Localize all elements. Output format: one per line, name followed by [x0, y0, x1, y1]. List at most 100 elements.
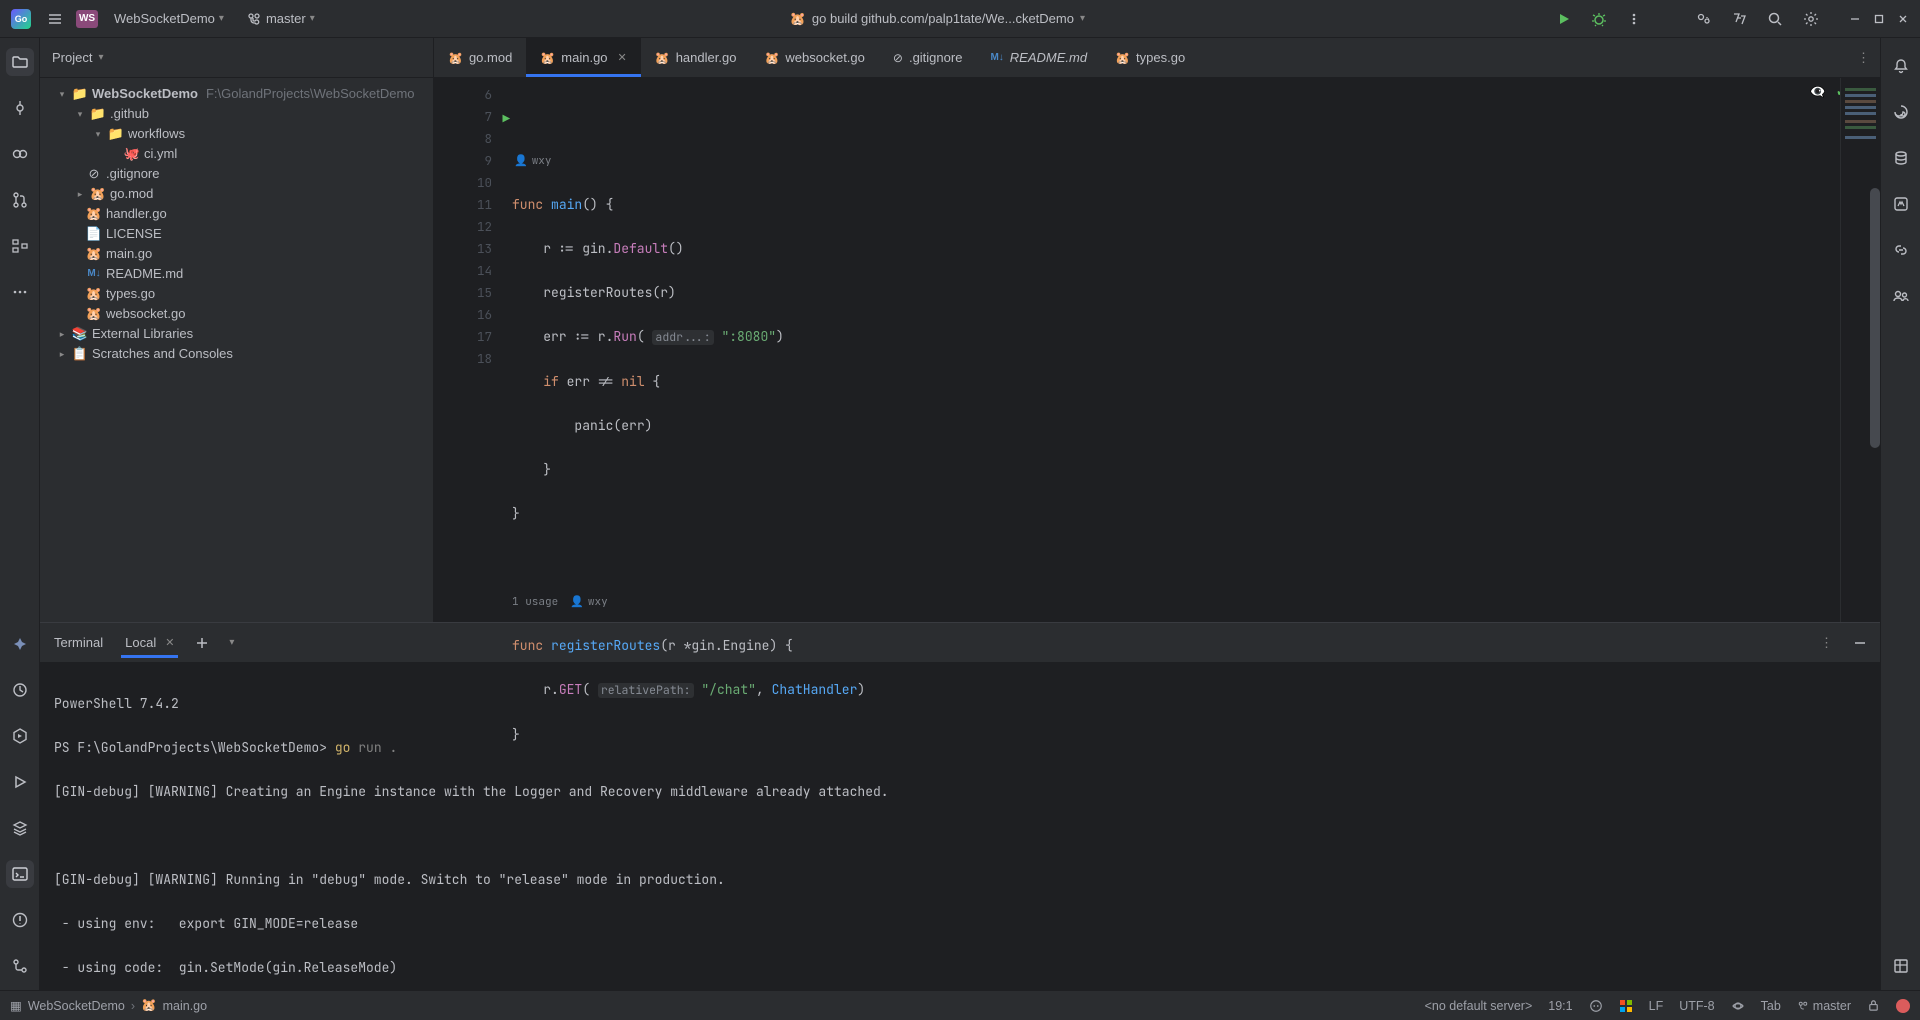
language-button[interactable]: [1728, 8, 1750, 30]
editor-area: 🐹go.mod 🐹main.go✕ 🐹handler.go 🐹websocket…: [434, 38, 1880, 622]
ai-tool-button[interactable]: [6, 630, 34, 658]
tab-main[interactable]: 🐹main.go✕: [526, 38, 640, 77]
close-window-button[interactable]: [1894, 10, 1912, 28]
close-icon[interactable]: ✕: [165, 636, 174, 649]
layers-icon: [11, 819, 29, 837]
tree-file-readme[interactable]: M↓ README.md: [44, 264, 429, 284]
tab-types[interactable]: 🐹types.go: [1101, 38, 1199, 77]
tree-file-gitignore[interactable]: ⊘ .gitignore: [44, 164, 429, 184]
tree-file-license[interactable]: 📄 LICENSE: [44, 224, 429, 244]
beans-icon: [11, 145, 29, 163]
tree-external-libs[interactable]: ▸ 📚 External Libraries: [44, 324, 429, 344]
terminal-title[interactable]: Terminal: [50, 629, 107, 656]
chevron-down-icon: ▾: [219, 13, 224, 24]
reader-mode-icon[interactable]: 👁‍🗨: [1810, 84, 1826, 100]
usage-count[interactable]: 1 usage: [512, 591, 558, 613]
database-icon: [1892, 149, 1910, 167]
main-menu-button[interactable]: [44, 8, 66, 30]
ai-assistant-button[interactable]: [1887, 98, 1915, 126]
status-windows-icon[interactable]: [1619, 999, 1633, 1013]
warning-icon: [11, 911, 29, 929]
endpoints-button[interactable]: [1887, 236, 1915, 264]
status-error-icon[interactable]: [1896, 999, 1910, 1013]
close-icon[interactable]: ✕: [618, 51, 627, 64]
project-icon: WS: [76, 10, 98, 28]
status-server[interactable]: <no default server>: [1425, 999, 1533, 1013]
tree-file-main[interactable]: 🐹 main.go: [44, 244, 429, 264]
status-line-ending[interactable]: LF: [1649, 999, 1664, 1013]
status-lock-icon[interactable]: [1867, 999, 1880, 1012]
pull-requests-tool-button[interactable]: [6, 186, 34, 214]
beans-tool-button[interactable]: [6, 140, 34, 168]
coverage-icon: [1892, 957, 1910, 975]
people-icon: [1892, 287, 1910, 305]
services-tool-button[interactable]: [6, 722, 34, 750]
debug-button[interactable]: [1588, 8, 1610, 30]
commit-tool-button[interactable]: [6, 94, 34, 122]
profiler-tool-button[interactable]: [6, 676, 34, 704]
editor-body[interactable]: 👁‍🗨 ✔ ⋮ 6 7▶ 8 9 10 11 12 13 14 15 16 17…: [434, 78, 1880, 622]
layers-tool-button[interactable]: [6, 814, 34, 842]
author-name: wxy: [588, 591, 608, 613]
tree-folder-github[interactable]: ▾ 📁 .github: [44, 104, 429, 124]
status-copilot-icon[interactable]: [1589, 999, 1603, 1013]
tab-websocket[interactable]: 🐹websocket.go: [750, 38, 878, 77]
terminal-hide-button[interactable]: [1850, 633, 1870, 653]
coverage-button[interactable]: [1887, 952, 1915, 980]
tab-gitignore[interactable]: ⊘.gitignore: [879, 38, 977, 77]
status-encoding[interactable]: UTF-8: [1679, 999, 1714, 1013]
status-position[interactable]: 19:1: [1548, 999, 1572, 1013]
status-branch[interactable]: master: [1797, 999, 1851, 1013]
status-indent[interactable]: Tab: [1761, 999, 1781, 1013]
project-header[interactable]: Project ▾: [40, 38, 433, 78]
minimize-window-button[interactable]: [1846, 10, 1864, 28]
project-tool-button[interactable]: [6, 48, 34, 76]
code-with-me-button[interactable]: [1692, 8, 1714, 30]
search-button[interactable]: [1764, 8, 1786, 30]
run-config-selector[interactable]: 🐹 go build github.com/palp1tate/We...cke…: [782, 8, 1093, 30]
tab-readme[interactable]: M↓README.md: [976, 38, 1101, 77]
tree-file-gomod[interactable]: ▸ 🐹 go.mod: [44, 184, 429, 204]
tree-file-handler[interactable]: 🐹 handler.go: [44, 204, 429, 224]
settings-button[interactable]: [1800, 8, 1822, 30]
run-tool-button[interactable]: [6, 768, 34, 796]
notifications-button[interactable]: [1887, 52, 1915, 80]
tree-file-ci[interactable]: 🐙 ci.yml: [44, 144, 429, 164]
maximize-window-button[interactable]: [1870, 10, 1888, 28]
branch-icon: [246, 11, 262, 27]
tree-folder-workflows[interactable]: ▾ 📁 workflows: [44, 124, 429, 144]
vcs-branch-selector[interactable]: master ▾: [240, 8, 321, 30]
chevron-down-icon: ▾: [310, 13, 315, 24]
run-button[interactable]: [1554, 9, 1574, 29]
terminal-icon: [11, 865, 29, 883]
tree-file-types[interactable]: 🐹 types.go: [44, 284, 429, 304]
more-actions-button[interactable]: [1624, 9, 1644, 29]
makefile-button[interactable]: [1887, 190, 1915, 218]
project-selector[interactable]: WebSocketDemo ▾: [108, 8, 230, 29]
vcs-tool-button[interactable]: [6, 952, 34, 980]
tree-root[interactable]: ▾ 📁 WebSocketDemo F:\GolandProjects\WebS…: [44, 84, 429, 104]
status-readonly-icon[interactable]: [1731, 999, 1745, 1013]
editor-scrollbar[interactable]: [1870, 188, 1880, 448]
tabs-more-button[interactable]: ⋮: [1847, 38, 1880, 77]
more-tool-button[interactable]: [6, 278, 34, 306]
tab-label: go.mod: [469, 50, 512, 65]
code-area[interactable]: 👤wxy func main() { r := gin.Default() re…: [500, 78, 1840, 622]
tree-file-websocket[interactable]: 🐹 websocket.go: [44, 304, 429, 324]
new-terminal-button[interactable]: [192, 633, 212, 653]
tree-label: ci.yml: [144, 144, 177, 164]
structure-tool-button[interactable]: [6, 232, 34, 260]
tab-gomod[interactable]: 🐹go.mod: [434, 38, 526, 77]
tab-handler[interactable]: 🐹handler.go: [641, 38, 751, 77]
terminal-tool-button[interactable]: [6, 860, 34, 888]
database-button[interactable]: [1887, 144, 1915, 172]
make-icon: [1892, 195, 1910, 213]
terminal-dropdown-button[interactable]: ▾: [226, 634, 237, 651]
collab-button[interactable]: [1887, 282, 1915, 310]
tree-scratches[interactable]: ▸ 📋 Scratches and Consoles: [44, 344, 429, 364]
project-label: Project: [52, 50, 92, 65]
problems-tool-button[interactable]: [6, 906, 34, 934]
breadcrumb[interactable]: ▦ WebSocketDemo › 🐹 main.go: [10, 998, 207, 1013]
run-gutter-icon[interactable]: ▶: [502, 108, 510, 130]
terminal-tab-local[interactable]: Local✕: [121, 629, 178, 656]
